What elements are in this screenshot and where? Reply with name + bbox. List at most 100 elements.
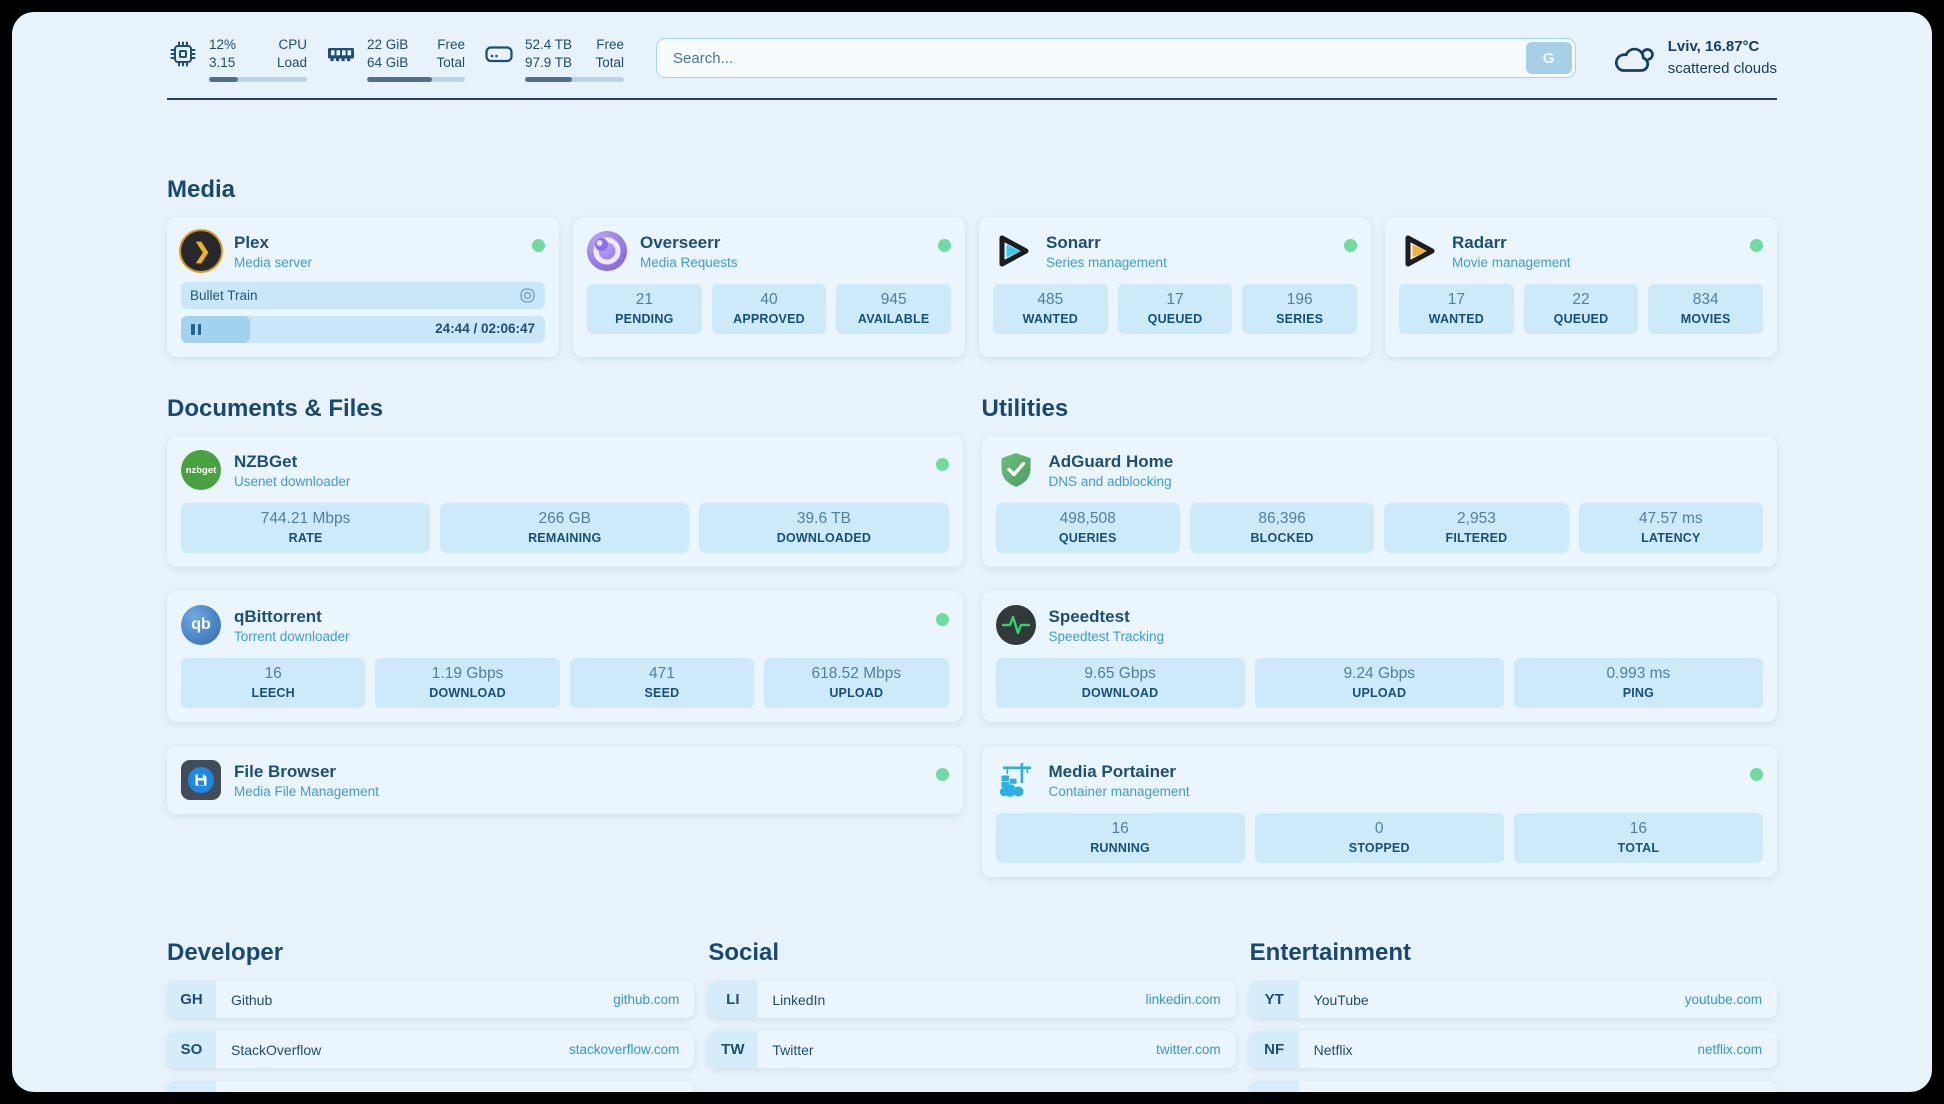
service-subtitle: Media Requests bbox=[640, 255, 738, 270]
cpu-label: CPU bbox=[273, 36, 307, 54]
weather-widget[interactable]: Lviv, 16.87°C scattered clouds bbox=[1610, 36, 1777, 80]
pause-icon[interactable] bbox=[191, 324, 201, 335]
disk-progress-bar bbox=[525, 77, 624, 82]
now-playing-title: Bullet Train bbox=[190, 288, 258, 303]
section-title-entertainment: Entertainment bbox=[1250, 939, 1777, 967]
status-dot bbox=[532, 239, 545, 252]
memory-icon bbox=[325, 38, 357, 70]
service-subtitle: Usenet downloader bbox=[234, 474, 350, 489]
cpu-usage-value: 12% bbox=[209, 36, 255, 54]
bookmark-abbr: SO bbox=[167, 1031, 216, 1068]
status-dot bbox=[1750, 768, 1763, 781]
nzbget-icon: nzbget bbox=[181, 450, 221, 490]
service-title: Speedtest bbox=[1049, 606, 1165, 627]
service-card-nzbget[interactable]: nzbget NZBGet Usenet downloader 744.21 M… bbox=[167, 436, 963, 567]
settings-icon[interactable] bbox=[519, 287, 536, 304]
service-subtitle: Container management bbox=[1049, 784, 1190, 799]
service-subtitle: Movie management bbox=[1452, 255, 1571, 270]
section-title-media: Media bbox=[167, 176, 1777, 204]
service-title: AdGuard Home bbox=[1049, 451, 1174, 472]
stat-wanted: 17 WANTED bbox=[1399, 284, 1514, 334]
stat-queued: 22 QUEUED bbox=[1524, 284, 1639, 334]
stat-approved: 40 APPROVED bbox=[712, 284, 827, 334]
bookmark-linkedin[interactable]: LI LinkedIn linkedin.com bbox=[708, 981, 1235, 1018]
service-card-filebrowser[interactable]: File Browser Media File Management bbox=[167, 746, 963, 814]
service-subtitle: Media server bbox=[234, 255, 312, 270]
bookmark-name: Twitter bbox=[772, 1042, 813, 1058]
service-card-radarr[interactable]: Radarr Movie management 17 WANTED 22 QUE… bbox=[1385, 217, 1777, 357]
plex-icon: ❯ bbox=[181, 231, 221, 271]
disk-total-value: 97.9 TB bbox=[525, 54, 572, 72]
sonarr-icon bbox=[993, 231, 1033, 271]
cpu-icon bbox=[167, 38, 199, 70]
bookmark-abbr: GH bbox=[167, 981, 216, 1018]
weather-condition: scattered clouds bbox=[1668, 58, 1777, 80]
bookmark-dev[interactable]: DT DEV dev.to bbox=[167, 1081, 694, 1092]
bookmark-name: YouTube bbox=[1314, 992, 1369, 1008]
service-card-portainer[interactable]: Media Portainer Container management 16 … bbox=[982, 746, 1778, 877]
service-title: Radarr bbox=[1452, 232, 1571, 253]
bookmark-netflix[interactable]: NF Netflix netflix.com bbox=[1250, 1031, 1777, 1068]
service-subtitle: Speedtest Tracking bbox=[1049, 629, 1165, 644]
stat-stopped: 0 STOPPED bbox=[1255, 813, 1504, 863]
memory-free-label: Free bbox=[431, 36, 465, 54]
stat-pending: 21 PENDING bbox=[587, 284, 702, 334]
status-dot bbox=[936, 613, 949, 626]
service-title: NZBGet bbox=[234, 451, 350, 472]
stat-filtered: 2,953 FILTERED bbox=[1384, 503, 1568, 553]
stat-latency: 47.57 ms LATENCY bbox=[1579, 503, 1763, 553]
search-input[interactable] bbox=[656, 38, 1576, 78]
status-dot bbox=[938, 239, 951, 252]
service-subtitle: Torrent downloader bbox=[234, 629, 350, 644]
memory-progress-bar bbox=[367, 77, 465, 82]
status-dot bbox=[1750, 239, 1763, 252]
playback-time: 24:44 / 02:06:47 bbox=[435, 321, 535, 336]
stat-rate: 744.21 Mbps RATE bbox=[181, 503, 430, 553]
stat-upload: 9.24 Gbps UPLOAD bbox=[1255, 658, 1504, 708]
bookmark-name: Github bbox=[231, 992, 272, 1008]
bookmark-reddit[interactable]: RE Reddit reddit.com bbox=[1250, 1081, 1777, 1092]
bookmark-github[interactable]: GH Github github.com bbox=[167, 981, 694, 1018]
bookmark-domain: github.com bbox=[613, 992, 679, 1007]
cpu-progress-bar bbox=[209, 77, 307, 82]
memory-total-value: 64 GiB bbox=[367, 54, 413, 72]
status-dot bbox=[936, 458, 949, 471]
bookmark-name: LinkedIn bbox=[772, 992, 825, 1008]
service-card-qbittorrent[interactable]: qb qBittorrent Torrent downloader 16 bbox=[167, 591, 963, 722]
stat-ping: 0.993 ms PING bbox=[1514, 658, 1763, 708]
bookmark-domain: netflix.com bbox=[1697, 1042, 1762, 1057]
bookmark-stackoverflow[interactable]: SO StackOverflow stackoverflow.com bbox=[167, 1031, 694, 1068]
playback-progress-bar[interactable]: 24:44 / 02:06:47 bbox=[181, 316, 545, 343]
service-title: Sonarr bbox=[1046, 232, 1167, 253]
disk-widget: 52.4 TB 97.9 TB Free Total bbox=[483, 36, 624, 82]
bookmark-domain: linkedin.com bbox=[1146, 992, 1221, 1007]
section-title-social: Social bbox=[708, 939, 1235, 967]
stat-series: 196 SERIES bbox=[1242, 284, 1357, 334]
disk-free-label: Free bbox=[590, 36, 624, 54]
search-engine-button[interactable]: G bbox=[1526, 42, 1572, 74]
qbittorrent-icon: qb bbox=[181, 605, 221, 645]
bookmark-youtube[interactable]: YT YouTube youtube.com bbox=[1250, 981, 1777, 1018]
adguard-icon bbox=[996, 450, 1036, 490]
service-card-overseerr[interactable]: Overseerr Media Requests 21 PENDING 40 A… bbox=[573, 217, 965, 357]
service-title: Plex bbox=[234, 232, 312, 253]
bookmark-twitter[interactable]: TW Twitter twitter.com bbox=[708, 1031, 1235, 1068]
service-card-sonarr[interactable]: Sonarr Series management 485 WANTED 17 Q… bbox=[979, 217, 1371, 357]
service-card-speedtest[interactable]: Speedtest Speedtest Tracking 9.65 Gbps D… bbox=[982, 591, 1778, 722]
stat-download: 9.65 Gbps DOWNLOAD bbox=[996, 658, 1245, 708]
overseerr-icon bbox=[587, 231, 627, 271]
stat-queued: 17 QUEUED bbox=[1118, 284, 1233, 334]
stat-available: 945 AVAILABLE bbox=[836, 284, 951, 334]
bookmark-domain: stackoverflow.com bbox=[569, 1042, 679, 1057]
bookmark-domain: youtube.com bbox=[1685, 992, 1762, 1007]
bookmark-domain: twitter.com bbox=[1156, 1042, 1221, 1057]
stat-movies: 834 MOVIES bbox=[1648, 284, 1763, 334]
service-card-plex[interactable]: ❯ Plex Media server Bullet Train bbox=[167, 217, 559, 357]
service-subtitle: Media File Management bbox=[234, 784, 379, 799]
disk-free-value: 52.4 TB bbox=[525, 36, 572, 54]
weather-location: Lviv, 16.87°C bbox=[1668, 36, 1777, 58]
header-divider bbox=[167, 98, 1777, 100]
search-bar: G bbox=[656, 38, 1576, 78]
service-card-adguard[interactable]: AdGuard Home DNS and adblocking 498,508 … bbox=[982, 436, 1778, 567]
service-title: qBittorrent bbox=[234, 606, 350, 627]
